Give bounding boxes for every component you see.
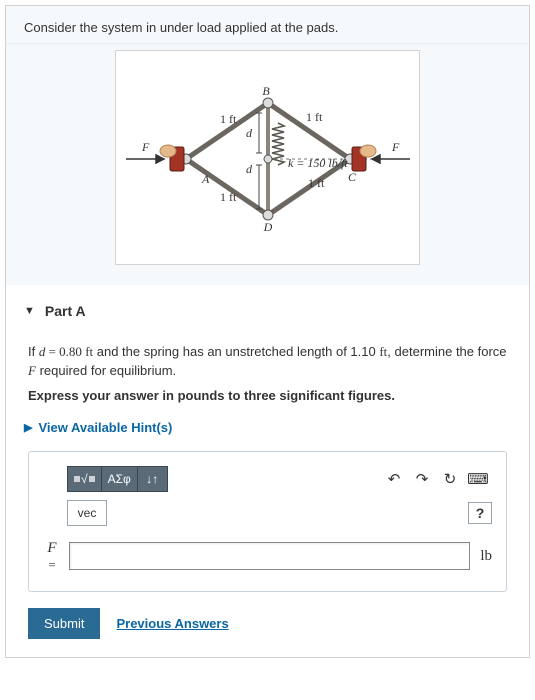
q-dval: = 0.80 xyxy=(45,344,85,359)
len-tr: 1 ft xyxy=(306,110,323,124)
undo-icon[interactable]: ↶ xyxy=(380,468,408,490)
part-a-title: Part A xyxy=(45,303,86,319)
answer-entry-box: √ ΑΣφ ↓↑ ↶ ↷ ↻ ⌨ vec ? F = xyxy=(28,451,507,592)
vec-row: vec ? xyxy=(43,500,492,526)
template-button[interactable]: √ xyxy=(67,466,102,492)
system-diagram: B D A C F F 1 ft 1 ft 1 ft 1 ft d d k = … xyxy=(116,51,420,265)
label-B: B xyxy=(262,84,270,98)
figure: B D A C F F 1 ft 1 ft 1 ft 1 ft d d k = … xyxy=(115,50,420,265)
spring-k: k = 150 lb/ft xyxy=(288,156,348,170)
action-row: Submit Previous Answers xyxy=(28,608,511,639)
len-bl: 1 ft xyxy=(220,190,237,204)
submit-button[interactable]: Submit xyxy=(28,608,100,639)
equals-sign: = xyxy=(43,557,61,573)
keyboard-icon[interactable]: ⌨ xyxy=(464,468,492,490)
d-bot: d xyxy=(246,162,253,176)
q-mid: and the spring has an unstretched length… xyxy=(93,344,379,359)
view-hints-link[interactable]: ▶ View Available Hint(s) xyxy=(24,416,511,451)
help-button[interactable]: ? xyxy=(468,502,492,524)
label-A: A xyxy=(201,172,210,186)
instruction: Express your answer in pounds to three s… xyxy=(28,381,511,416)
answer-unit: lb xyxy=(478,548,492,565)
q-dunit: ft xyxy=(85,344,93,359)
sub-sup-button[interactable]: ↓↑ xyxy=(138,466,168,492)
label-C: C xyxy=(348,170,357,184)
caret-right-icon: ▶ xyxy=(24,421,32,434)
label-F-left: F xyxy=(141,140,150,154)
hints-label: View Available Hint(s) xyxy=(38,420,172,435)
previous-answers-link[interactable]: Previous Answers xyxy=(116,616,228,631)
question-text: If d = 0.80 ft and the spring has an uns… xyxy=(28,343,511,381)
caret-down-icon: ▼ xyxy=(24,305,35,317)
template-icon: √ xyxy=(74,472,95,486)
toolbar-right: ↶ ↷ ↻ ⌨ xyxy=(380,468,492,490)
label-D: D xyxy=(263,220,273,234)
answer-input[interactable] xyxy=(69,542,470,570)
formatting-toolbar: √ ΑΣφ ↓↑ ↶ ↷ ↻ ⌨ xyxy=(43,466,492,492)
q-prefix: If xyxy=(28,344,39,359)
len-br: 1 ft xyxy=(308,176,325,190)
part-a-header[interactable]: ▼ Part A xyxy=(24,303,511,319)
problem-statement: Consider the system in under load applie… xyxy=(6,6,529,44)
part-a-section: ▼ Part A If d = 0.80 ft and the spring h… xyxy=(6,285,529,657)
figure-area: B D A C F F 1 ft 1 ft 1 ft 1 ft d d k = … xyxy=(6,44,529,285)
toolbar-left: √ ΑΣφ ↓↑ xyxy=(67,466,168,492)
problem-statement-text: Consider the system in under load applie… xyxy=(24,20,338,35)
q-end: , determine the force xyxy=(387,344,506,359)
vec-button[interactable]: vec xyxy=(67,500,107,526)
d-top: d xyxy=(246,126,253,140)
reset-icon[interactable]: ↻ xyxy=(436,468,464,490)
label-F-right: F xyxy=(391,140,400,154)
redo-icon[interactable]: ↷ xyxy=(408,468,436,490)
lhs-symbol: F xyxy=(43,540,61,557)
problem-container: Consider the system in under load applie… xyxy=(5,5,530,658)
greek-button[interactable]: ΑΣφ xyxy=(102,466,138,492)
q-F: F xyxy=(28,363,36,378)
answer-lhs: F = xyxy=(43,540,61,573)
len-tl: 1 ft xyxy=(220,112,237,126)
q-tail: required for equilibrium. xyxy=(36,363,176,378)
input-row: F = lb xyxy=(43,540,492,573)
